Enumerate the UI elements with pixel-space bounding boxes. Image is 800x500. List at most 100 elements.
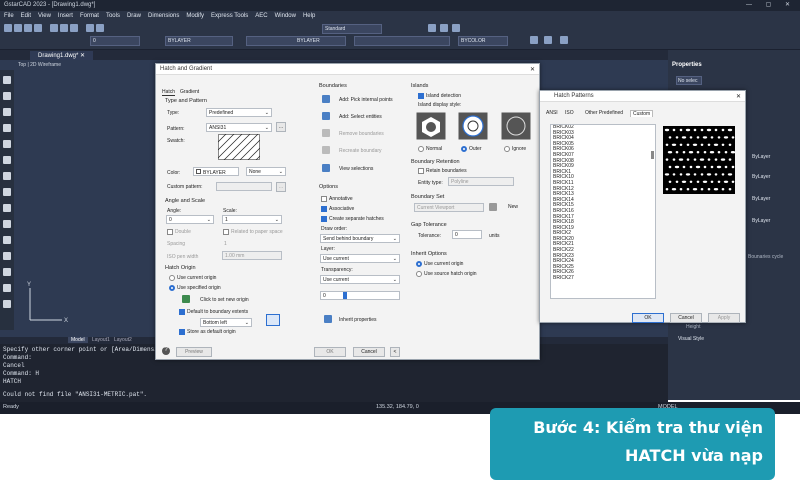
model-tab[interactable]: Model xyxy=(68,337,88,343)
layout1-tab[interactable]: Layout1 xyxy=(92,337,110,343)
patterns-cancel-button[interactable]: Cancel xyxy=(670,313,702,323)
trim-tool-icon[interactable] xyxy=(3,252,11,260)
property-value[interactable]: ByLayer xyxy=(752,218,770,224)
table-icon[interactable] xyxy=(452,24,460,32)
add-pick-points[interactable]: Add: Pick internal points xyxy=(339,97,393,103)
collapse-button[interactable]: < xyxy=(390,347,400,357)
iso-pen-select[interactable]: 1.00 mm xyxy=(222,251,282,260)
property-value[interactable]: ByLayer xyxy=(752,174,770,180)
copy-icon[interactable] xyxy=(60,24,68,32)
close-icon[interactable]: ✕ xyxy=(530,66,535,73)
circle-tool-icon[interactable] xyxy=(3,108,11,116)
use-current-origin-radio[interactable] xyxy=(169,275,175,281)
redo-icon[interactable] xyxy=(96,24,104,32)
tab-iso[interactable]: ISO xyxy=(565,110,574,116)
tab-gradient[interactable]: Gradient xyxy=(180,89,199,95)
draw-order-select[interactable]: Send behind boundary ⌄ xyxy=(320,234,400,243)
patterns-apply-button[interactable]: Apply xyxy=(708,313,740,323)
preview-button[interactable]: Preview xyxy=(176,347,212,357)
annotative-checkbox[interactable] xyxy=(321,196,327,202)
transparency-select[interactable]: Use current ⌄ xyxy=(320,275,400,284)
menu-item[interactable]: Window xyxy=(275,13,296,20)
pick-points-icon[interactable] xyxy=(322,95,330,103)
inherit-source-origin-radio[interactable] xyxy=(416,271,422,277)
tab-other-predefined[interactable]: Other Predefined xyxy=(585,110,623,116)
scale-select[interactable]: 1 ⌄ xyxy=(222,215,282,224)
material-icon[interactable] xyxy=(560,36,568,44)
scale-tool-icon[interactable] xyxy=(3,236,11,244)
menu-item[interactable]: Insert xyxy=(58,13,73,20)
new-boundary-set-icon[interactable] xyxy=(489,203,497,211)
close-icon[interactable]: ✕ xyxy=(736,93,741,100)
inherit-current-origin-radio[interactable] xyxy=(416,261,422,267)
pattern-list[interactable]: BRICK02 BRICK03 BRICK04 BRICK05 BRICK06 BRICK… xyxy=(550,124,656,299)
recreate-boundary[interactable]: Recreate boundary xyxy=(339,148,382,154)
layout2-tab[interactable]: Layout2 xyxy=(114,337,132,343)
hatch-color-select[interactable]: BYLAYER xyxy=(193,167,239,176)
inherit-properties-icon[interactable] xyxy=(324,315,332,323)
add-select-entities[interactable]: Add: Select entities xyxy=(339,114,382,120)
menu-item[interactable]: Edit xyxy=(21,13,31,20)
paste-icon[interactable] xyxy=(70,24,78,32)
window-controls[interactable]: — ▢ ✕ xyxy=(746,1,796,8)
separate-hatches-checkbox[interactable] xyxy=(321,216,327,222)
help-icon[interactable]: ? xyxy=(162,347,170,355)
copy-tool-icon[interactable] xyxy=(3,204,11,212)
associative-checkbox[interactable] xyxy=(321,206,327,212)
menu-item[interactable]: AEC xyxy=(255,13,267,20)
save-icon[interactable] xyxy=(24,24,32,32)
tab-ansi[interactable]: ANSI xyxy=(546,110,558,116)
select-entities-icon[interactable] xyxy=(322,112,330,120)
menu-item[interactable]: Help xyxy=(303,13,315,20)
retain-boundaries-checkbox[interactable] xyxy=(418,168,424,174)
cancel-button[interactable]: Cancel xyxy=(353,347,385,357)
linetype-select[interactable]: BYLAYER xyxy=(246,36,346,46)
transparency-slider[interactable]: 0 xyxy=(320,291,400,300)
lineweight-select[interactable] xyxy=(354,36,450,46)
pattern-browse-button[interactable]: … xyxy=(276,122,286,132)
list-scrollbar[interactable] xyxy=(651,151,654,159)
text-style-select[interactable]: Standard xyxy=(322,24,382,34)
undo-icon[interactable] xyxy=(86,24,94,32)
section-header[interactable]: Visual Style xyxy=(678,336,704,342)
menu-item[interactable]: Tools xyxy=(106,13,120,20)
menu-item[interactable]: View xyxy=(38,13,51,20)
document-tab[interactable]: Drawing1.dwg* ✕ xyxy=(30,51,94,60)
custom-pattern-select[interactable] xyxy=(216,182,272,191)
background-color-select[interactable]: None ⌄ xyxy=(246,167,286,176)
outer-radio[interactable] xyxy=(461,146,467,152)
pattern-select[interactable]: ANSI31 ⌄ xyxy=(206,123,272,132)
color-select[interactable]: BYCOLOR xyxy=(458,36,508,46)
property-value[interactable]: ByLayer xyxy=(752,154,770,160)
patterns-ok-button[interactable]: OK xyxy=(632,313,664,323)
recreate-boundary-icon[interactable] xyxy=(322,146,330,154)
remove-boundaries-icon[interactable] xyxy=(322,129,330,137)
open-icon[interactable] xyxy=(14,24,22,32)
rotate-tool-icon[interactable] xyxy=(3,220,11,228)
print-icon[interactable] xyxy=(34,24,42,32)
island-detection-checkbox[interactable] xyxy=(418,93,424,99)
normal-radio[interactable] xyxy=(418,146,424,152)
island-style-previews[interactable] xyxy=(416,112,536,142)
line-tool-icon[interactable] xyxy=(3,76,11,84)
rectangle-tool-icon[interactable] xyxy=(3,140,11,148)
menu-item[interactable]: Format xyxy=(80,13,99,20)
annotation-icon[interactable] xyxy=(428,24,436,32)
menu-item[interactable]: Dimensions xyxy=(148,13,179,20)
offset-tool-icon[interactable] xyxy=(3,284,11,292)
menu-item[interactable]: Draw xyxy=(127,13,141,20)
set-origin-icon[interactable] xyxy=(182,295,190,303)
dimension-icon[interactable] xyxy=(440,24,448,32)
boundary-set-select[interactable]: Current Viewport xyxy=(414,203,484,212)
menu-item[interactable]: Modify xyxy=(186,13,204,20)
type-select[interactable]: Predefined ⌄ xyxy=(206,108,272,117)
hatch-swatch[interactable] xyxy=(218,134,260,160)
inherit-properties[interactable]: Inherit properties xyxy=(339,317,377,323)
arc-tool-icon[interactable] xyxy=(3,124,11,132)
mirror-tool-icon[interactable] xyxy=(3,300,11,308)
viewport-label[interactable]: Top | 2D Wireframe xyxy=(18,62,61,68)
ignore-radio[interactable] xyxy=(504,146,510,152)
extend-tool-icon[interactable] xyxy=(3,268,11,276)
property-value[interactable]: Bounaries cycle xyxy=(748,254,783,260)
property-value[interactable]: ByLayer xyxy=(752,196,770,202)
